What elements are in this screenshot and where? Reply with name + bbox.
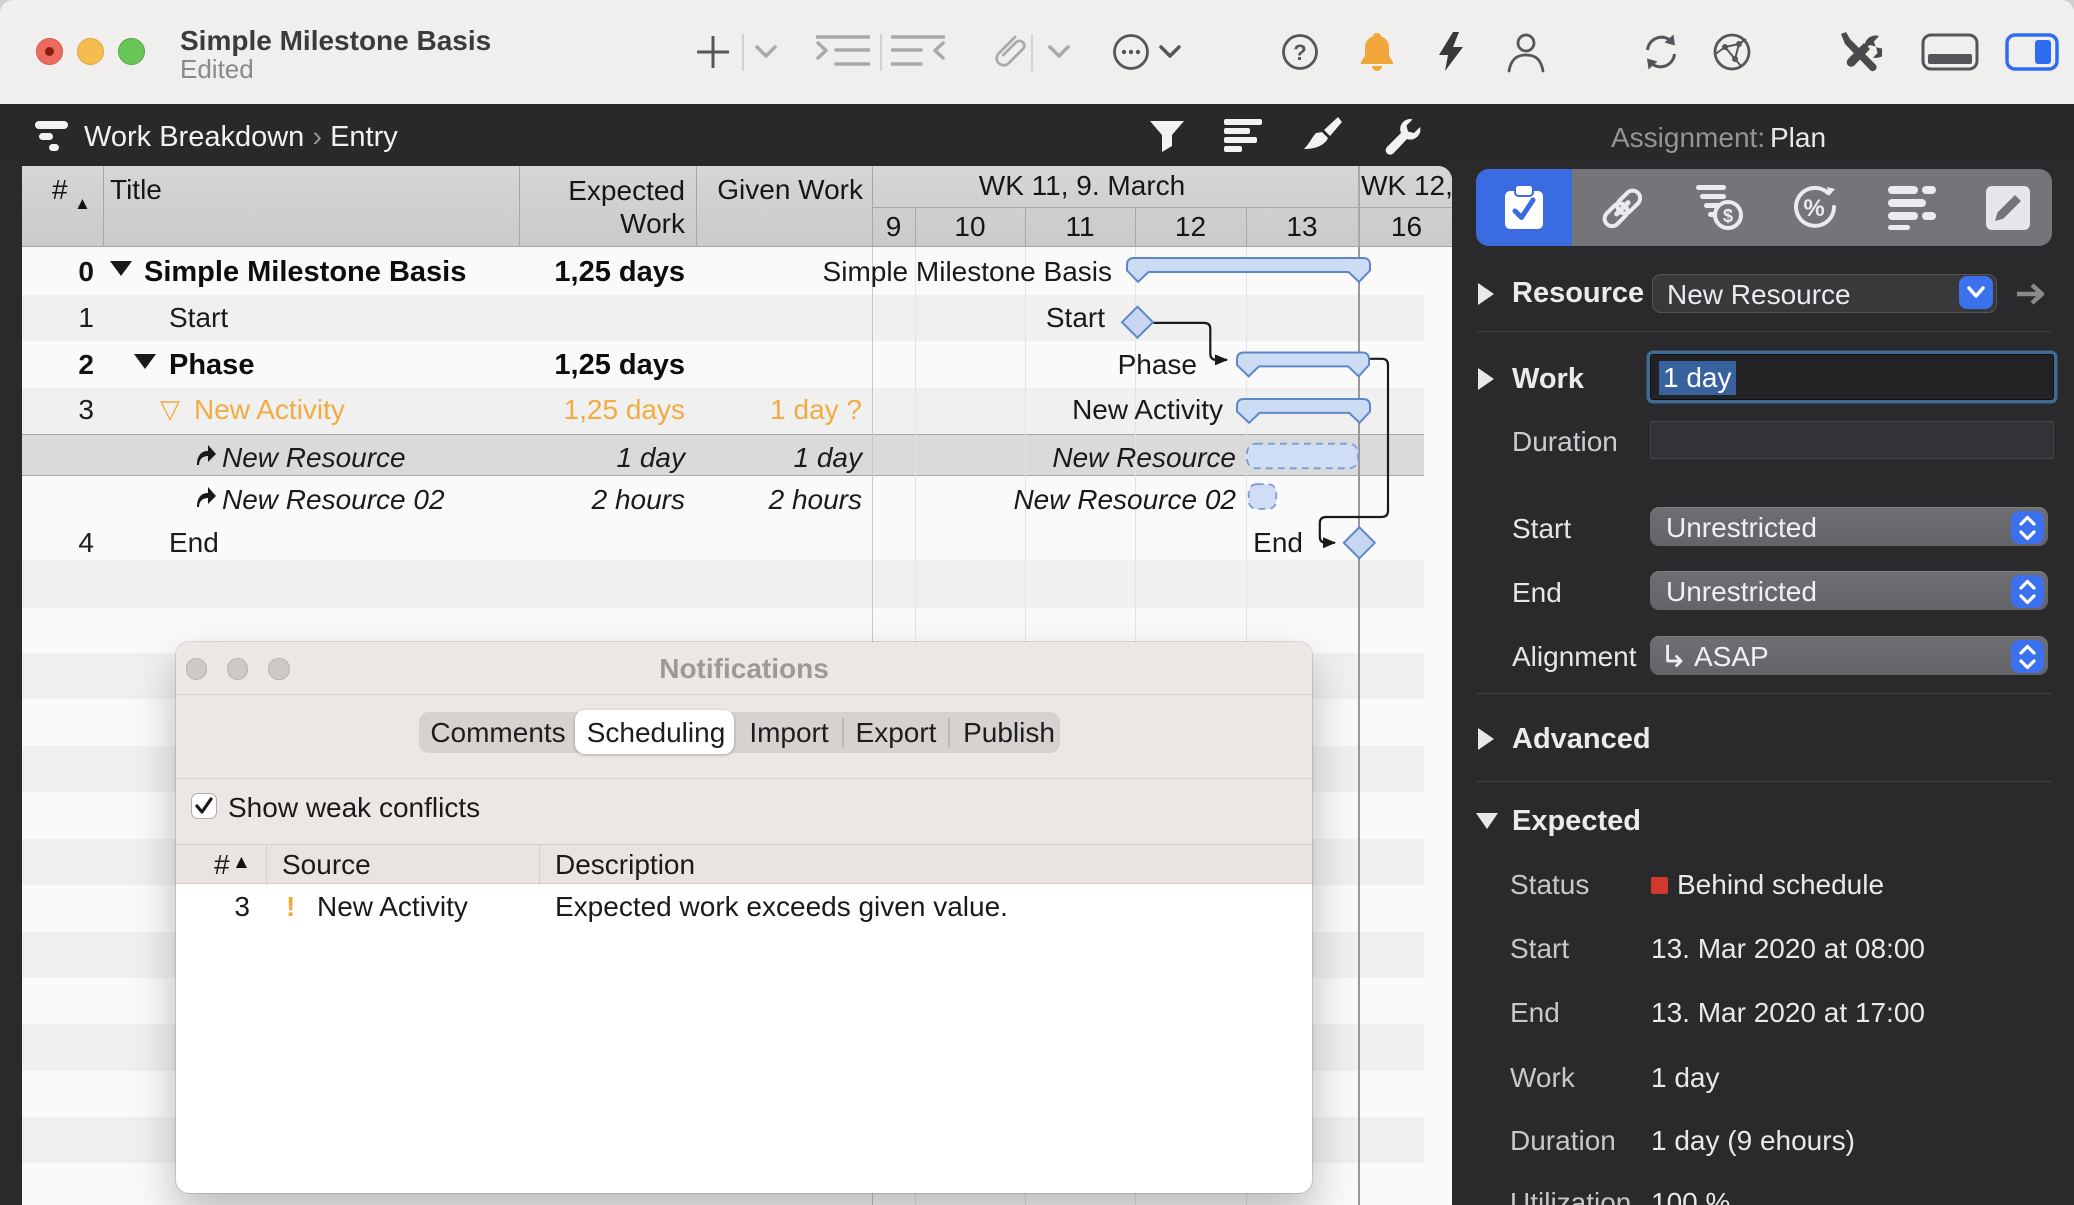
svg-text:?: ? [1293,40,1306,65]
svg-text:$: $ [1723,206,1733,226]
svg-text:%: % [1803,195,1824,222]
